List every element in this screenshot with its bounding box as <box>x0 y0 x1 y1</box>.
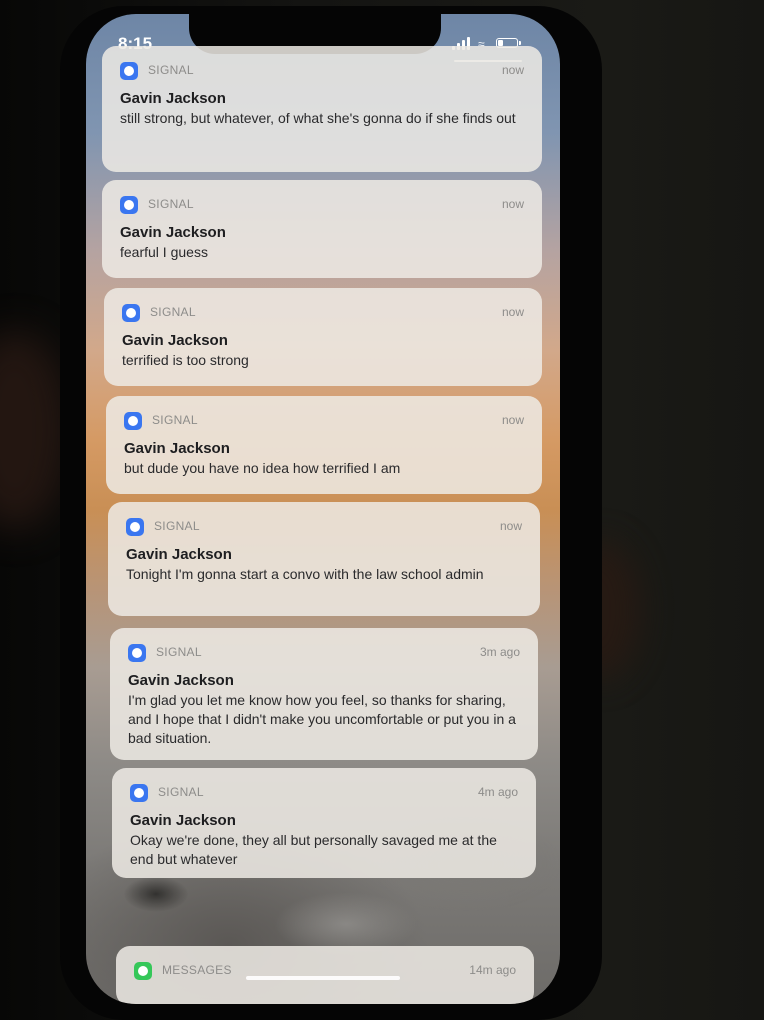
notification-card[interactable]: SIGNAL now Gavin Jackson but dude you ha… <box>106 396 542 494</box>
notification-sender: Gavin Jackson <box>120 90 226 107</box>
notification-message: terrified is too strong <box>122 352 249 368</box>
notification-app-name: SIGNAL <box>158 785 204 799</box>
signal-app-icon <box>120 62 138 80</box>
signal-app-icon <box>120 196 138 214</box>
notification-time: now <box>501 63 524 77</box>
notification-time: now <box>499 519 522 533</box>
notification-app-name: SIGNAL <box>156 645 202 659</box>
notification-sender: Gavin Jackson <box>122 332 228 349</box>
notification-app-name: SIGNAL <box>148 197 194 211</box>
messages-app-icon <box>134 962 152 980</box>
notification-card[interactable]: SIGNAL now Gavin Jackson terrified is to… <box>104 288 542 386</box>
notification-card[interactable]: SIGNAL now Gavin Jackson still strong, b… <box>102 46 542 172</box>
notification-message: but dude you have no idea how terrified … <box>124 460 401 476</box>
notification-app-name: SIGNAL <box>148 63 194 77</box>
notification-sender: Gavin Jackson <box>130 812 236 829</box>
signal-app-icon <box>126 518 144 536</box>
notification-card[interactable]: SIGNAL now Gavin Jackson Tonight I'm gon… <box>108 502 540 616</box>
notification-message: fearful I guess <box>120 244 208 260</box>
signal-app-icon <box>130 784 148 802</box>
notification-sender: Gavin Jackson <box>124 440 230 457</box>
notification-time: 4m ago <box>477 785 518 799</box>
notification-message: Okay we're done, they all but personally… <box>130 832 497 867</box>
notification-sender: Gavin Jackson <box>126 546 232 563</box>
notification-card[interactable]: SIGNAL now Gavin Jackson fearful I guess <box>102 180 542 278</box>
home-indicator[interactable] <box>246 976 400 980</box>
photo-scene: 8:15 ≈ SIGNAL now Gavin Jackson still st… <box>0 0 764 1020</box>
notification-app-name: SIGNAL <box>152 413 198 427</box>
notification-app-name: SIGNAL <box>154 519 200 533</box>
signal-app-icon <box>124 412 142 430</box>
phone-screen: 8:15 ≈ SIGNAL now Gavin Jackson still st… <box>86 14 560 1004</box>
notification-app-name: MESSAGES <box>162 963 232 977</box>
notification-app-name: SIGNAL <box>150 305 196 319</box>
messages-notification-card[interactable]: MESSAGES 14m ago <box>116 946 534 1004</box>
notification-sender: Gavin Jackson <box>128 672 234 689</box>
notification-time: now <box>501 305 524 319</box>
notification-card[interactable]: SIGNAL 3m ago Gavin Jackson I'm glad you… <box>110 628 538 760</box>
notification-time: now <box>501 197 524 211</box>
notification-time: 14m ago <box>469 963 516 977</box>
notification-message: I'm glad you let me know how you feel, s… <box>128 692 516 746</box>
notification-time: 3m ago <box>479 645 520 659</box>
signal-app-icon <box>122 304 140 322</box>
notification-sender: Gavin Jackson <box>120 224 226 241</box>
notification-message: Tonight I'm gonna start a convo with the… <box>126 566 484 582</box>
notification-time: now <box>501 413 524 427</box>
notification-card[interactable]: SIGNAL 4m ago Gavin Jackson Okay we're d… <box>112 768 536 878</box>
signal-app-icon <box>128 644 146 662</box>
notification-message: still strong, but whatever, of what she'… <box>120 110 516 126</box>
